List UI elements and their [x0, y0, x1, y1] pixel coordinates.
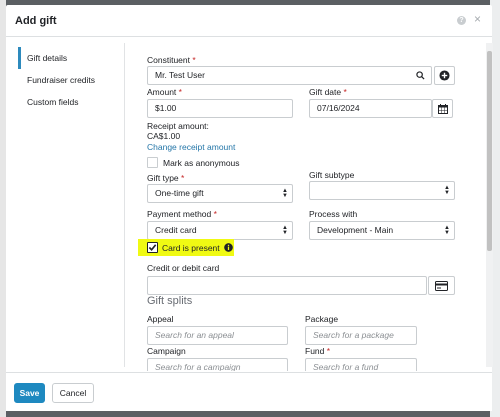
card-reader-button[interactable]	[428, 276, 455, 295]
process-with-select[interactable]: Development - Main ▲ ▼	[309, 221, 455, 240]
select-arrows-icon: ▲ ▼	[444, 225, 450, 236]
select-arrows-icon: ▲ ▼	[444, 185, 450, 196]
package-label: Package	[305, 314, 339, 324]
receipt-amount-label: Receipt amount:	[147, 121, 209, 131]
calendar-icon	[437, 104, 448, 114]
fund-label: Fund *	[305, 346, 331, 356]
payment-method-select[interactable]: Credit card ▲ ▼	[147, 221, 293, 240]
calendar-button[interactable]	[432, 99, 453, 118]
select-arrows-icon: ▲ ▼	[282, 188, 288, 199]
payment-method-label: Payment method *	[147, 209, 217, 219]
add-constituent-button[interactable]	[434, 66, 455, 85]
card-label: Credit or debit card	[147, 263, 220, 273]
amount-label: Amount *	[147, 87, 182, 97]
campaign-search[interactable]: Search for a campaign	[147, 358, 288, 371]
vertical-scrollbar[interactable]	[486, 43, 493, 367]
receipt-amount-value: CA$1.00	[147, 131, 181, 141]
help-icon[interactable]: ?	[457, 16, 466, 25]
tab-gift-details[interactable]: Gift details	[18, 47, 126, 69]
card-field[interactable]	[147, 276, 427, 295]
tab-fundraiser-credits[interactable]: Fundraiser credits	[18, 69, 126, 91]
modal-header: Add gift ? ×	[6, 5, 492, 37]
card-present-checkbox[interactable]	[147, 242, 158, 253]
package-search[interactable]: Search for a package	[305, 326, 417, 345]
plus-circle-icon	[439, 70, 450, 81]
campaign-label: Campaign	[147, 346, 186, 356]
change-receipt-amount-link[interactable]: Change receipt amount	[147, 142, 235, 152]
select-arrows-icon: ▲ ▼	[282, 225, 288, 236]
tab-list: Gift details Fundraiser credits Custom f…	[18, 47, 126, 113]
info-icon[interactable]	[224, 243, 233, 252]
appeal-label: Appeal	[147, 314, 174, 324]
gift-type-select[interactable]: One-time gift ▲ ▼	[147, 184, 293, 203]
constituent-field[interactable]: Mr. Test User	[147, 66, 432, 85]
anonymous-checkbox[interactable]	[147, 157, 158, 168]
close-icon[interactable]: ×	[474, 13, 481, 25]
scrollbar-thumb[interactable]	[487, 51, 492, 251]
gift-date-label: Gift date *	[309, 87, 347, 97]
appeal-search[interactable]: Search for an appeal	[147, 326, 288, 345]
gift-type-label: Gift type *	[147, 173, 185, 183]
gift-splits-title: Gift splits	[147, 295, 193, 307]
constituent-label: Constituent *	[147, 55, 196, 65]
credit-card-icon	[435, 281, 448, 291]
anonymous-label: Mark as anonymous	[163, 158, 240, 168]
gift-subtype-select[interactable]: ▲ ▼	[309, 181, 455, 200]
search-icon[interactable]	[416, 71, 425, 80]
modal-footer: Save Cancel	[6, 372, 492, 411]
tab-custom-fields[interactable]: Custom fields	[18, 91, 126, 113]
process-with-label: Process with	[309, 209, 358, 219]
modal-title: Add gift	[15, 15, 57, 27]
gift-date-field[interactable]: 07/16/2024	[309, 99, 432, 118]
cancel-button[interactable]: Cancel	[52, 383, 94, 403]
save-button[interactable]: Save	[14, 383, 45, 403]
card-present-label: Card is present	[162, 243, 220, 253]
fund-search[interactable]: Search for a fund	[305, 358, 417, 371]
checkmark-icon	[148, 244, 157, 251]
amount-field[interactable]: $1.00	[147, 99, 293, 118]
gift-subtype-label: Gift subtype	[309, 170, 355, 180]
